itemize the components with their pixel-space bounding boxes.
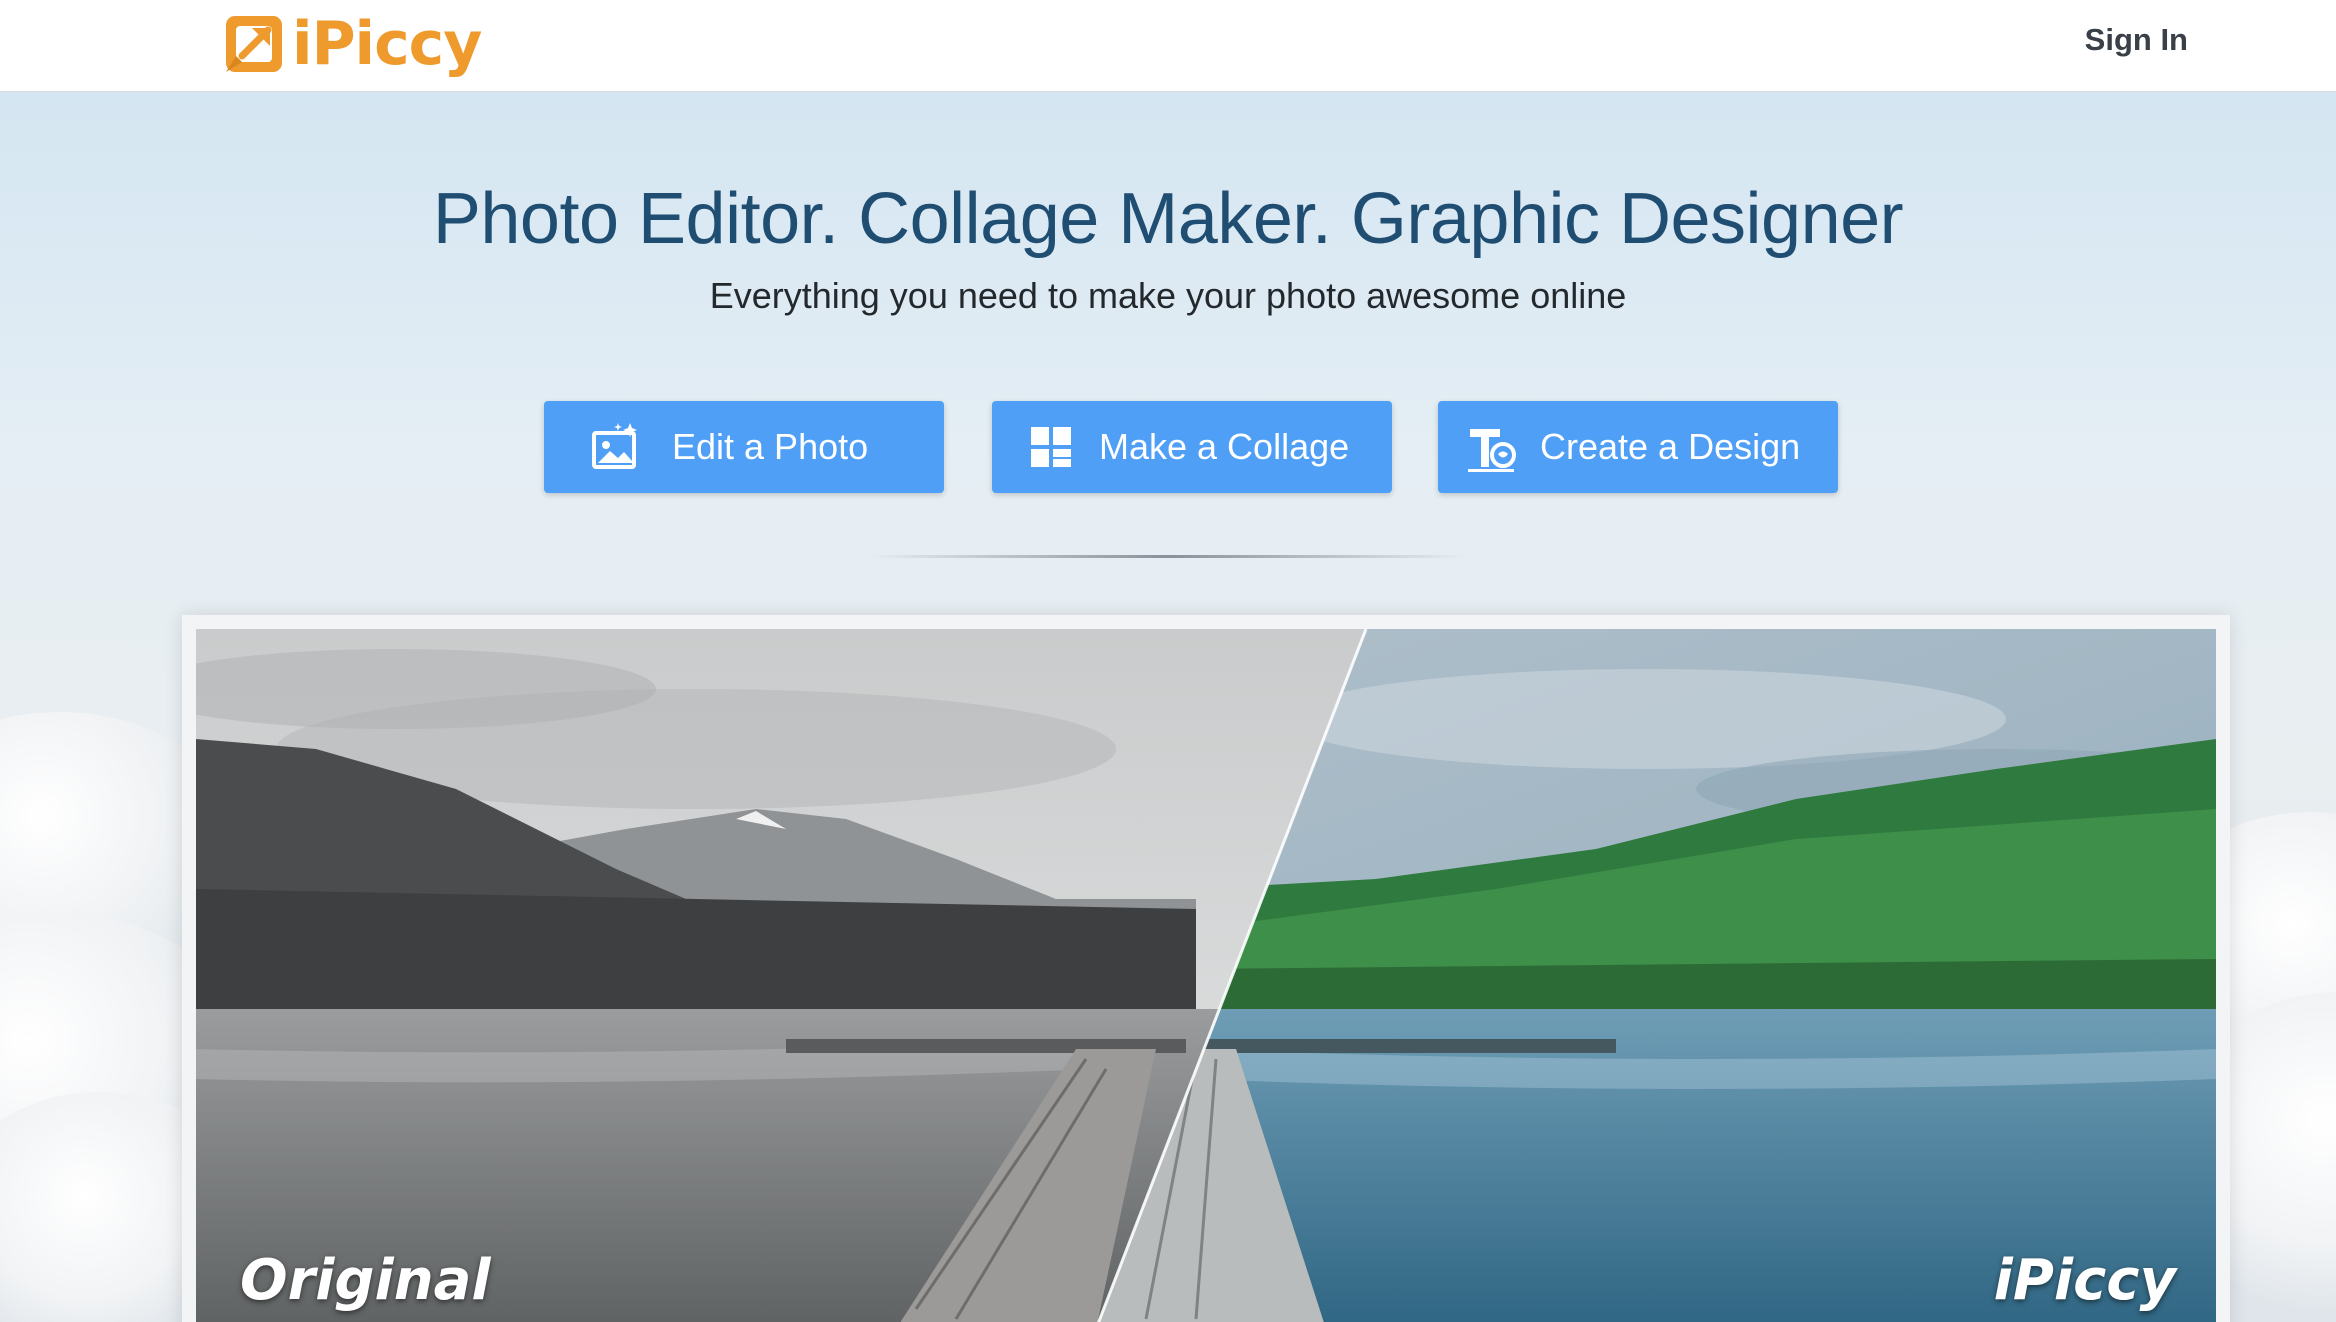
make-collage-label: Make a Collage xyxy=(1099,426,1350,467)
section-divider xyxy=(868,555,1468,558)
create-design-button[interactable]: Create a Design xyxy=(1438,401,1838,493)
edit-photo-label: Edit a Photo xyxy=(672,426,869,467)
text-design-icon xyxy=(1466,421,1518,473)
original-caption: Original xyxy=(240,1248,491,1313)
brand-name: iPiccy xyxy=(292,9,482,79)
brand-logo[interactable]: iPiccy xyxy=(222,8,482,80)
before-after-photo: Original iPiccy xyxy=(196,629,2216,1322)
collage-grid-icon xyxy=(1025,421,1077,473)
hero-section: Photo Editor. Collage Maker. Graphic Des… xyxy=(0,92,2336,1322)
edit-photo-button[interactable]: Edit a Photo xyxy=(544,401,944,493)
sign-in-link[interactable]: Sign In xyxy=(2085,20,2188,60)
page-subtitle: Everything you need to make your photo a… xyxy=(709,275,1627,316)
make-collage-button[interactable]: Make a Collage xyxy=(992,401,1392,493)
arrow-in-square-logo xyxy=(226,16,282,72)
create-design-label: Create a Design xyxy=(1540,426,1801,467)
before-after-frame: Original iPiccy xyxy=(182,615,2230,1322)
ipiccy-caption: iPiccy xyxy=(1993,1248,2176,1313)
top-header: iPiccy Sign In xyxy=(0,0,2336,92)
page-title: Photo Editor. Collage Maker. Graphic Des… xyxy=(432,179,1904,259)
photo-sparkle-icon xyxy=(590,421,642,473)
